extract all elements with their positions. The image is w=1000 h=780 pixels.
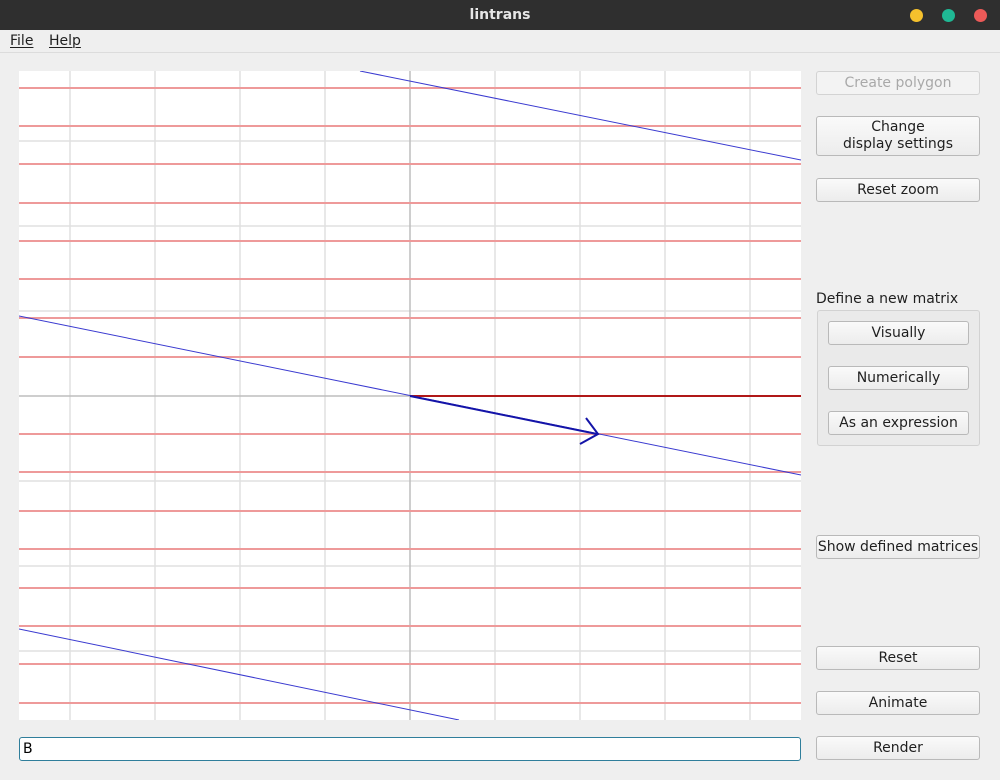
minimize-button[interactable] — [910, 9, 923, 22]
menu-file[interactable]: File — [10, 33, 33, 49]
define-visually-button[interactable]: Visually — [828, 321, 969, 345]
define-expression-button[interactable]: As an expression — [828, 411, 969, 435]
window-title: lintrans — [469, 7, 531, 23]
expression-input[interactable] — [19, 737, 801, 761]
reset-button[interactable]: Reset — [816, 646, 980, 670]
define-matrix-label: Define a new matrix — [816, 291, 959, 307]
show-defined-matrices-button[interactable]: Show defined matrices — [816, 535, 980, 559]
title-bar: lintrans — [0, 0, 1000, 30]
menu-help[interactable]: Help — [49, 33, 81, 49]
j-hat-vector — [409, 395, 598, 435]
close-button[interactable] — [974, 9, 987, 22]
reset-zoom-button[interactable]: Reset zoom — [816, 178, 980, 202]
animate-button[interactable]: Animate — [816, 691, 980, 715]
create-polygon-button[interactable]: Create polygon — [816, 71, 980, 95]
plot-svg — [19, 71, 801, 720]
menu-bar: File Help — [0, 30, 1000, 53]
basis-vector-j — [409, 395, 600, 445]
maximize-button[interactable] — [942, 9, 955, 22]
define-numerically-button[interactable]: Numerically — [828, 366, 969, 390]
render-button[interactable]: Render — [816, 736, 980, 760]
visualization-canvas[interactable] — [19, 71, 801, 720]
change-display-settings-button[interactable]: Change display settings — [816, 116, 980, 156]
eigenline — [19, 628, 460, 720]
